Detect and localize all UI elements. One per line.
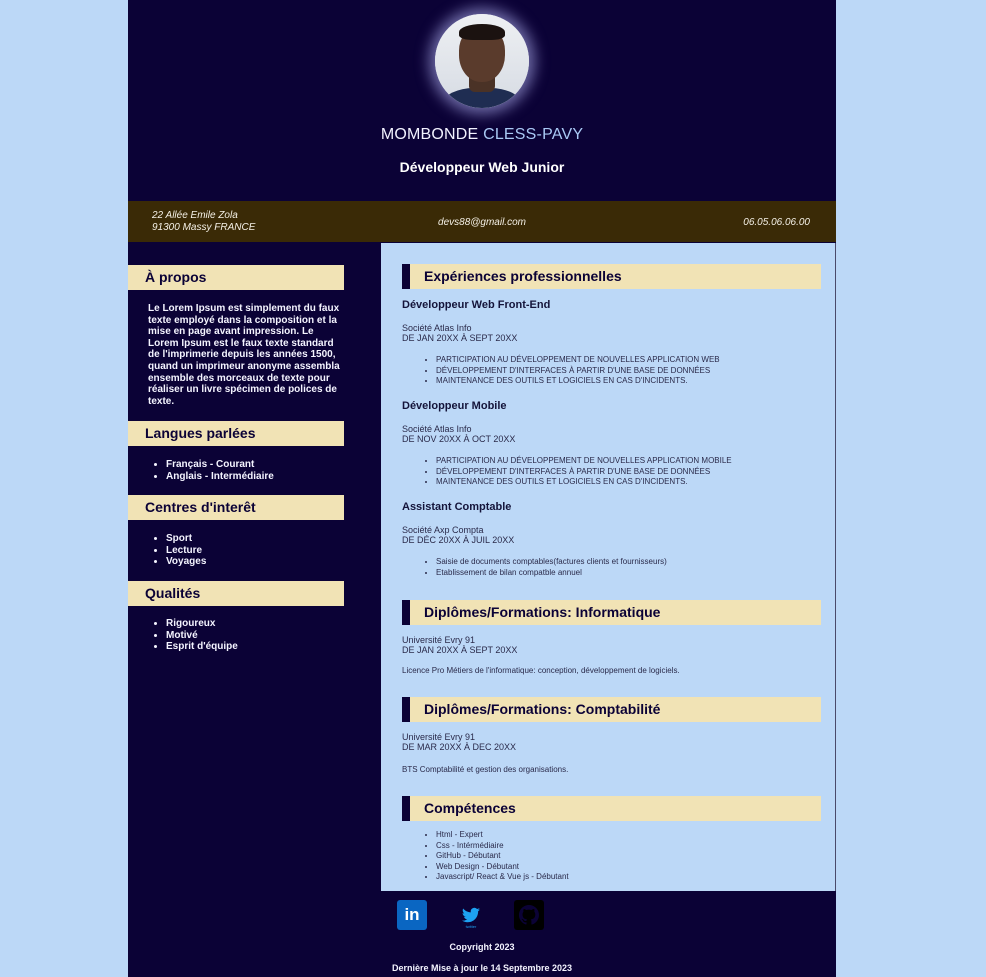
list-item: Web Design - Débutant [436, 862, 569, 873]
list-item: PARTICIPATION AU DÉVELOPPEMENT DE NOUVEL… [436, 355, 720, 366]
about-title: À propos [128, 265, 344, 290]
list-item: MAINTENANCE DES OUTILS ET LOGICIELS EN C… [436, 477, 732, 488]
job-1-tasks: PARTICIPATION AU DÉVELOPPEMENT DE NOUVEL… [402, 355, 720, 387]
job-title: Développeur Web Junior [399, 159, 565, 175]
languages-title: Langues parlées [128, 421, 344, 446]
list-item: Voyages [166, 556, 206, 568]
list-item: Motivé [166, 630, 238, 642]
list-item: Esprit d'équipe [166, 641, 238, 653]
email-link[interactable]: devs88@gmail.com [128, 217, 836, 228]
first-name: MOMBONDE [380, 126, 479, 143]
phone-number[interactable]: 06.05.06.06.00 [743, 217, 810, 228]
list-item: PARTICIPATION AU DÉVELOPPEMENT DE NOUVEL… [436, 456, 732, 467]
github-logo-icon [514, 900, 544, 930]
list-item: Français - Courant [166, 459, 274, 471]
diploma-it-title: Diplômes/Formations: Informatique [402, 600, 821, 625]
interests-title: Centres d'interêt [128, 495, 344, 520]
skills-list: Html - Expert Css - Intérmédiaire GitHub… [402, 830, 569, 883]
diploma-accounting-title: Diplômes/Formations: Comptabilité [402, 697, 821, 722]
linkedin-icon[interactable]: in [397, 900, 427, 930]
last-name: CLESS-PAVY [483, 126, 584, 143]
main-content: Expériences professionnelles Développeur… [381, 243, 836, 891]
list-item: Sport [166, 533, 206, 545]
twitter-icon[interactable]: twitter [456, 900, 486, 930]
list-item: Saisie de documents comptables(factures … [436, 557, 667, 568]
list-item: Html - Expert [436, 830, 569, 841]
list-item: Css - Intérmédiaire [436, 841, 569, 852]
github-icon[interactable] [514, 900, 544, 930]
school-name: Université Evry 91 [402, 732, 476, 742]
diploma-it-school: Université Evry 91 DE JAN 20XX À SEPT 20… [402, 635, 517, 655]
company-name: Société Atlas Info [402, 323, 472, 333]
job-2-company: Société Atlas Info DE NOV 20XX À OCT 20X… [402, 424, 515, 444]
diploma-dates: DE MAR 20XX À DEC 20XX [402, 742, 517, 752]
profile-photo [435, 14, 529, 108]
job-dates: DE DÉC 20XX À JUIL 20XX [402, 535, 515, 545]
job-dates: DE NOV 20XX À OCT 20XX [402, 434, 516, 444]
list-item: DÉVELOPPEMENT D'INTERFACES À PARTIR D'UN… [436, 366, 720, 377]
list-item: DÉVELOPPEMENT D'INTERFACES À PARTIR D'UN… [436, 467, 732, 478]
cv-page: MOMBONDE CLESS-PAVY Développeur Web Juni… [128, 0, 836, 977]
list-item: Rigoureux [166, 618, 238, 630]
job-dates: DE JAN 20XX À SEPT 20XX [402, 333, 518, 343]
list-item: Anglais - Intermédiaire [166, 471, 274, 483]
experience-title: Expériences professionnelles [402, 264, 821, 289]
company-name: Société Axp Compta [402, 525, 484, 535]
contact-bar: 22 Allée Emile Zola 91300 Massy FRANCE d… [128, 201, 836, 242]
twitter-label: twitter [465, 924, 477, 929]
interests-list: Sport Lecture Voyages [148, 533, 206, 568]
full-name: MOMBONDE CLESS-PAVY [128, 126, 836, 144]
diploma-accounting-description: BTS Comptabilité et gestion des organisa… [402, 765, 569, 774]
job-3-company: Société Axp Compta DE DÉC 20XX À JUIL 20… [402, 525, 514, 545]
job-2-tasks: PARTICIPATION AU DÉVELOPPEMENT DE NOUVEL… [402, 456, 732, 488]
skills-title: Compétences [402, 796, 821, 821]
diploma-it-description: Licence Pro Métiers de l'informatique: c… [402, 666, 680, 675]
job-1-company: Société Atlas Info DE JAN 20XX À SEPT 20… [402, 323, 517, 343]
list-item: Javascript/ React & Vue js - Débutant [436, 872, 569, 883]
job-2-title: Développeur Mobile [402, 400, 507, 412]
diploma-dates: DE JAN 20XX À SEPT 20XX [402, 645, 518, 655]
job-1-title: Développeur Web Front-End [402, 299, 551, 311]
copyright-text: Copyright 2023 [449, 942, 515, 952]
job-3-tasks: Saisie de documents comptables(factures … [402, 557, 667, 578]
last-updated-text: Dernière Mise à jour le 14 Septembre 202… [391, 963, 573, 973]
school-name: Université Evry 91 [402, 635, 476, 645]
diploma-accounting-school: Université Evry 91 DE MAR 20XX À DEC 20X… [402, 732, 516, 752]
list-item: MAINTENANCE DES OUTILS ET LOGICIELS EN C… [436, 376, 720, 387]
qualities-title: Qualités [128, 581, 344, 606]
list-item: Etablissement de bilan compatble annuel [436, 568, 667, 579]
company-name: Société Atlas Info [402, 424, 472, 434]
list-item: GitHub - Débutant [436, 851, 569, 862]
qualities-list: Rigoureux Motivé Esprit d'équipe [148, 618, 238, 653]
job-3-title: Assistant Comptable [402, 501, 512, 513]
languages-list: Français - Courant Anglais - Intermédiai… [148, 459, 274, 482]
list-item: Lecture [166, 545, 206, 557]
about-text: Le Lorem Ipsum est simplement du faux te… [148, 303, 340, 407]
